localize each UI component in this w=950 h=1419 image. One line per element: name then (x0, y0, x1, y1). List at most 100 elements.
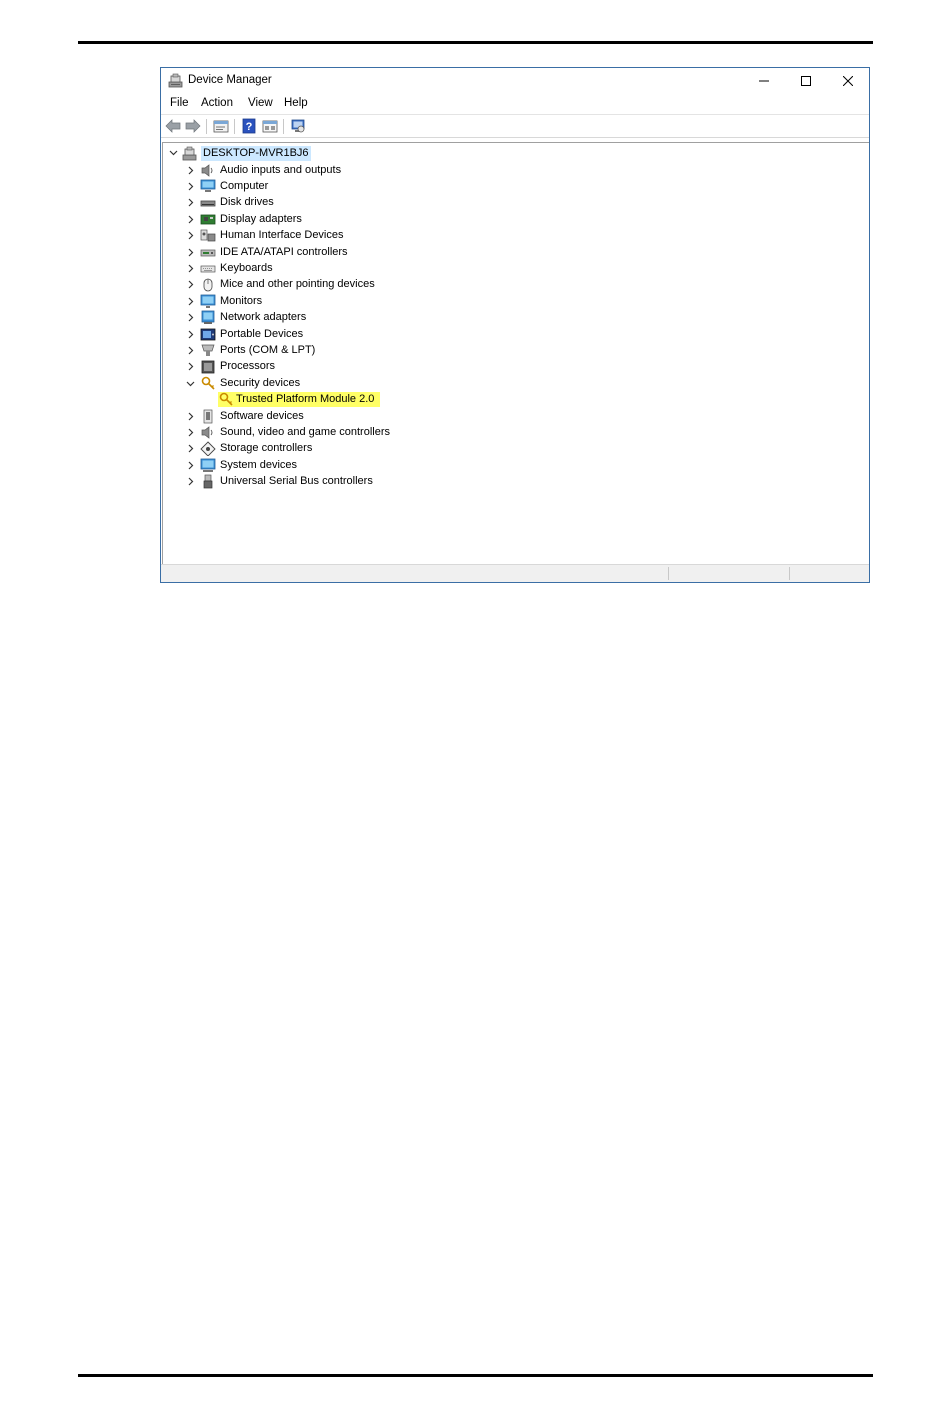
usb-icon (203, 474, 213, 489)
page-top-rule (78, 41, 873, 44)
tree-category-label[interactable]: System devices (218, 458, 299, 473)
port-icon (201, 344, 215, 356)
security-key-icon (218, 392, 234, 408)
ide-controller-icon (200, 249, 216, 256)
chevron-right-icon[interactable] (186, 264, 195, 273)
menu-action[interactable]: Action (201, 97, 233, 109)
device-tree[interactable]: DESKTOP-MVR1BJ6 Audio inputs and outputs… (162, 142, 869, 567)
view-button[interactable] (261, 118, 279, 134)
disk-drive-icon (200, 200, 216, 207)
page-bottom-rule (78, 1374, 873, 1377)
tree-category-label[interactable]: Human Interface Devices (218, 228, 346, 243)
toolbar: ? (161, 114, 869, 138)
chevron-down-icon[interactable] (169, 148, 178, 157)
chevron-right-icon[interactable] (186, 461, 195, 470)
chevron-down-icon[interactable] (186, 379, 195, 388)
status-bar-separator (668, 567, 669, 580)
tree-category-label[interactable]: Network adapters (218, 310, 308, 325)
properties-icon (213, 120, 229, 133)
help-button[interactable]: ? (240, 118, 258, 134)
chevron-right-icon[interactable] (186, 346, 195, 355)
tree-root-label[interactable]: DESKTOP-MVR1BJ6 (201, 146, 311, 161)
device-manager-app-icon (168, 73, 184, 89)
chevron-right-icon[interactable] (186, 248, 195, 257)
tree-category-label[interactable]: Software devices (218, 409, 306, 424)
chevron-right-icon[interactable] (186, 428, 195, 437)
chevron-right-icon[interactable] (186, 313, 195, 322)
mouse-icon (203, 278, 213, 292)
tree-category-label[interactable]: Ports (COM & LPT) (218, 343, 317, 358)
software-device-icon (203, 409, 213, 423)
tree-category-label[interactable]: Computer (218, 179, 270, 194)
tree-category-label[interactable]: Disk drives (218, 195, 276, 210)
toolbar-separator (234, 119, 235, 134)
device-manager-window: Device Manager File Action View Help ? D… (160, 67, 870, 583)
chevron-right-icon[interactable] (186, 198, 195, 207)
monitor-icon (200, 294, 216, 308)
portable-device-icon (200, 328, 216, 340)
processor-icon (201, 360, 215, 374)
back-arrow-icon (165, 119, 181, 133)
chevron-right-icon[interactable] (186, 166, 195, 175)
toolbar-separator (283, 119, 284, 134)
menu-view[interactable]: View (248, 97, 273, 109)
tree-category-label[interactable]: Keyboards (218, 261, 275, 276)
maximize-icon (801, 76, 811, 86)
toolbar-separator (206, 119, 207, 134)
storage-controller-icon (200, 441, 216, 457)
minimize-button[interactable] (743, 68, 785, 94)
computer-desktop-icon (182, 146, 197, 161)
chevron-right-icon[interactable] (186, 330, 195, 339)
speaker-icon (201, 163, 213, 177)
tree-category-label[interactable]: IDE ATA/ATAPI controllers (218, 245, 350, 260)
menu-bar: File Action View Help (161, 94, 869, 114)
forward-button[interactable] (184, 118, 202, 134)
chevron-right-icon[interactable] (186, 297, 195, 306)
title-bar[interactable]: Device Manager (161, 68, 869, 94)
close-button[interactable] (827, 68, 869, 94)
menu-file[interactable]: File (170, 97, 189, 109)
chevron-right-icon[interactable] (186, 412, 195, 421)
forward-arrow-icon (185, 119, 201, 133)
scan-hardware-button[interactable] (289, 118, 307, 134)
tree-category-label[interactable]: Portable Devices (218, 327, 305, 342)
properties-button[interactable] (212, 118, 230, 134)
status-bar-separator (789, 567, 790, 580)
display-adapter-icon (200, 214, 216, 225)
speaker-icon (201, 426, 213, 439)
chevron-right-icon[interactable] (186, 280, 195, 289)
system-device-icon (200, 458, 216, 472)
svg-text:?: ? (246, 121, 253, 133)
keyboard-icon (200, 265, 216, 273)
tree-category-label[interactable]: Monitors (218, 294, 264, 309)
computer-icon (200, 179, 216, 192)
network-adapter-icon (201, 310, 215, 325)
minimize-icon (759, 80, 769, 82)
chevron-right-icon[interactable] (186, 182, 195, 191)
back-button[interactable] (164, 118, 182, 134)
tree-category-label[interactable]: Processors (218, 359, 277, 374)
maximize-button[interactable] (785, 68, 827, 94)
chevron-right-icon[interactable] (186, 444, 195, 453)
monitor-scan-icon (291, 119, 305, 132)
help-icon: ? (242, 118, 256, 134)
close-icon (843, 76, 853, 86)
chevron-right-icon[interactable] (186, 477, 195, 486)
tree-category-label[interactable]: Sound, video and game controllers (218, 425, 392, 440)
tree-category-label[interactable]: Security devices (218, 376, 302, 391)
chevron-right-icon[interactable] (186, 215, 195, 224)
tree-category-label[interactable]: Display adapters (218, 212, 304, 227)
tpm-device-label[interactable]: Trusted Platform Module 2.0 (234, 392, 381, 408)
tree-category-label[interactable]: Mice and other pointing devices (218, 277, 377, 292)
chevron-right-icon[interactable] (186, 362, 195, 371)
security-key-icon (201, 376, 215, 390)
tree-category-label[interactable]: Audio inputs and outputs (218, 163, 343, 178)
menu-help[interactable]: Help (284, 97, 308, 109)
status-bar (161, 564, 869, 582)
tree-category-label[interactable]: Storage controllers (218, 441, 314, 456)
chevron-right-icon[interactable] (186, 231, 195, 240)
window-title: Device Manager (188, 74, 272, 86)
view-icon (262, 120, 278, 133)
tree-category-label[interactable]: Universal Serial Bus controllers (218, 474, 375, 489)
hid-icon (200, 229, 216, 242)
